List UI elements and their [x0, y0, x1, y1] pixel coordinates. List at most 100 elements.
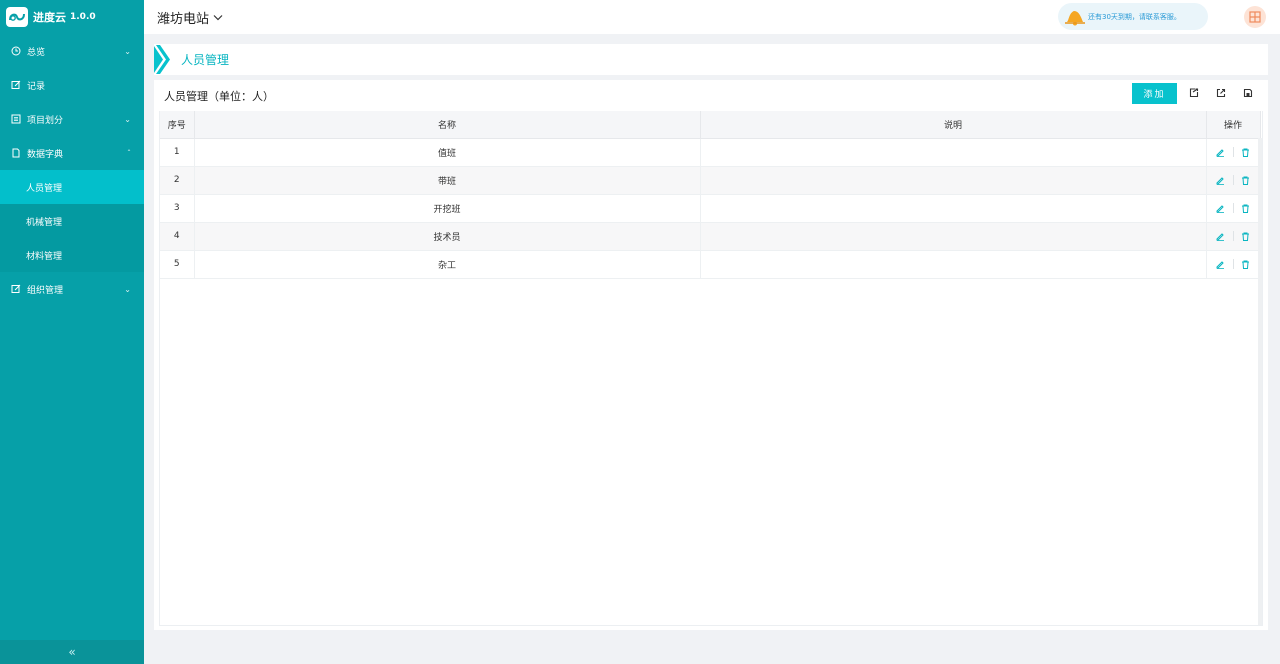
cell-actions [1206, 166, 1261, 195]
column-header-index: 序号 [160, 111, 195, 139]
sidebar: 进度云 1.0.0 总览 ⌄ 记录 项目划分 ⌄ 数据字典 ˆ 人员管理 机械管… [0, 0, 144, 664]
sidebar-item-label: 总览 [27, 47, 46, 58]
column-header-description: 说明 [700, 111, 1207, 139]
divider [1232, 259, 1234, 269]
expiry-notice[interactable]: 还有30天到期，请联系客服。 [1058, 3, 1208, 30]
cell-name: 开挖班 [194, 194, 701, 223]
sidebar-item-label: 组织管理 [27, 285, 64, 296]
cell-index: 1 [160, 138, 195, 167]
table-header-row: 序号 名称 说明 操作 [160, 111, 1261, 139]
breadcrumb: 人员管理 [154, 44, 1268, 75]
cell-description [700, 194, 1207, 223]
cell-actions [1206, 194, 1261, 223]
cell-description [700, 138, 1207, 167]
delete-icon[interactable] [1240, 202, 1252, 214]
main-panel: 人员管理（单位：人） 添加 序号 名称 说明 操作 1 值班 2 带班 3 开挖… [154, 80, 1268, 630]
chevron-down-icon: ⌄ [124, 114, 131, 124]
table-row: 5 杂工 [160, 250, 1261, 279]
submenu-item-personnel[interactable]: 人员管理 [0, 170, 144, 204]
page-title: 人员管理 [181, 53, 230, 67]
cell-name: 带班 [194, 166, 701, 195]
edit-icon[interactable] [1215, 258, 1227, 270]
divider [1232, 231, 1234, 241]
sidebar-item-label: 记录 [27, 81, 46, 92]
submenu-item-label: 材料管理 [26, 251, 63, 262]
table-row: 3 开挖班 [160, 194, 1261, 223]
station-selector[interactable]: 潍坊电站 [157, 8, 223, 27]
chevron-down-icon [213, 10, 223, 25]
edit-icon[interactable] [1215, 202, 1227, 214]
data-table: 序号 名称 说明 操作 1 值班 2 带班 3 开挖班 4 技术员 5 杂工 [159, 111, 1263, 626]
app-name: 进度云 [33, 11, 66, 24]
vertical-scrollbar[interactable] [1258, 138, 1262, 625]
panel-title: 人员管理（单位：人） [164, 90, 274, 103]
submenu-item-label: 机械管理 [26, 217, 63, 228]
table-row: 1 值班 [160, 138, 1261, 167]
column-header-actions: 操作 [1206, 111, 1261, 139]
delete-icon[interactable] [1240, 174, 1252, 186]
sidebar-item-label: 项目划分 [27, 115, 64, 126]
edit-icon [10, 80, 22, 90]
grid-icon [1249, 11, 1261, 23]
sidebar-item-records[interactable]: 记录 [0, 68, 144, 102]
cell-actions [1206, 250, 1261, 279]
data-dictionary-submenu: 人员管理 机械管理 材料管理 [0, 170, 144, 272]
sidebar-menu-bottom: 组织管理 ⌄ [0, 272, 144, 306]
cell-index: 4 [160, 222, 195, 251]
add-button[interactable]: 添加 [1132, 83, 1177, 104]
delete-icon[interactable] [1240, 230, 1252, 242]
sidebar-collapse-button[interactable]: « [0, 640, 144, 664]
sidebar-item-organization[interactable]: 组织管理 ⌄ [0, 272, 144, 306]
edit-icon[interactable] [1215, 230, 1227, 242]
column-header-name: 名称 [194, 111, 701, 139]
delete-icon[interactable] [1240, 258, 1252, 270]
chevron-up-icon: ˆ [127, 148, 131, 158]
cell-name: 杂工 [194, 250, 701, 279]
submenu-item-machinery[interactable]: 机械管理 [0, 204, 144, 238]
sidebar-item-overview[interactable]: 总览 ⌄ [0, 34, 144, 68]
list-icon [10, 114, 22, 124]
bell-icon [1062, 6, 1088, 28]
cell-name: 技术员 [194, 222, 701, 251]
top-header: 潍坊电站 还有30天到期，请联系客服。 [144, 0, 1280, 34]
sidebar-menu: 总览 ⌄ 记录 项目划分 ⌄ 数据字典 ˆ [0, 34, 144, 170]
submenu-item-label: 人员管理 [26, 183, 63, 194]
edit-icon [10, 284, 22, 294]
cell-actions [1206, 222, 1261, 251]
cell-index: 2 [160, 166, 195, 195]
app-version: 1.0.0 [70, 12, 96, 22]
import-icon[interactable] [1188, 87, 1200, 99]
file-icon [10, 148, 22, 158]
cell-description [700, 166, 1207, 195]
edit-icon[interactable] [1215, 174, 1227, 186]
station-name: 潍坊电站 [157, 11, 210, 27]
edit-icon[interactable] [1215, 146, 1227, 158]
divider [1232, 203, 1234, 213]
cell-description [700, 250, 1207, 279]
clock-icon [10, 46, 22, 56]
cell-description [700, 222, 1207, 251]
table-row: 2 带班 [160, 166, 1261, 195]
cell-actions [1206, 138, 1261, 167]
notice-text: 还有30天到期，请联系客服。 [1088, 12, 1181, 21]
cell-index: 5 [160, 250, 195, 279]
chevron-down-icon: ⌄ [124, 284, 131, 294]
save-icon[interactable] [1242, 87, 1254, 99]
cell-index: 3 [160, 194, 195, 223]
logo-icon [6, 7, 28, 27]
sidebar-item-data-dictionary[interactable]: 数据字典 ˆ [0, 136, 144, 170]
double-chevron-left-icon: « [68, 645, 76, 659]
arrow-right-icon [154, 45, 170, 74]
chevron-down-icon: ⌄ [124, 46, 131, 56]
sidebar-item-project-division[interactable]: 项目划分 ⌄ [0, 102, 144, 136]
cell-name: 值班 [194, 138, 701, 167]
table-row: 4 技术员 [160, 222, 1261, 251]
divider [1232, 175, 1234, 185]
divider [1232, 147, 1234, 157]
avatar[interactable] [1244, 6, 1266, 28]
brand: 进度云 1.0.0 [0, 0, 144, 34]
delete-icon[interactable] [1240, 146, 1252, 158]
submenu-item-materials[interactable]: 材料管理 [0, 238, 144, 272]
export-icon[interactable] [1215, 87, 1227, 99]
sidebar-item-label: 数据字典 [27, 149, 64, 160]
